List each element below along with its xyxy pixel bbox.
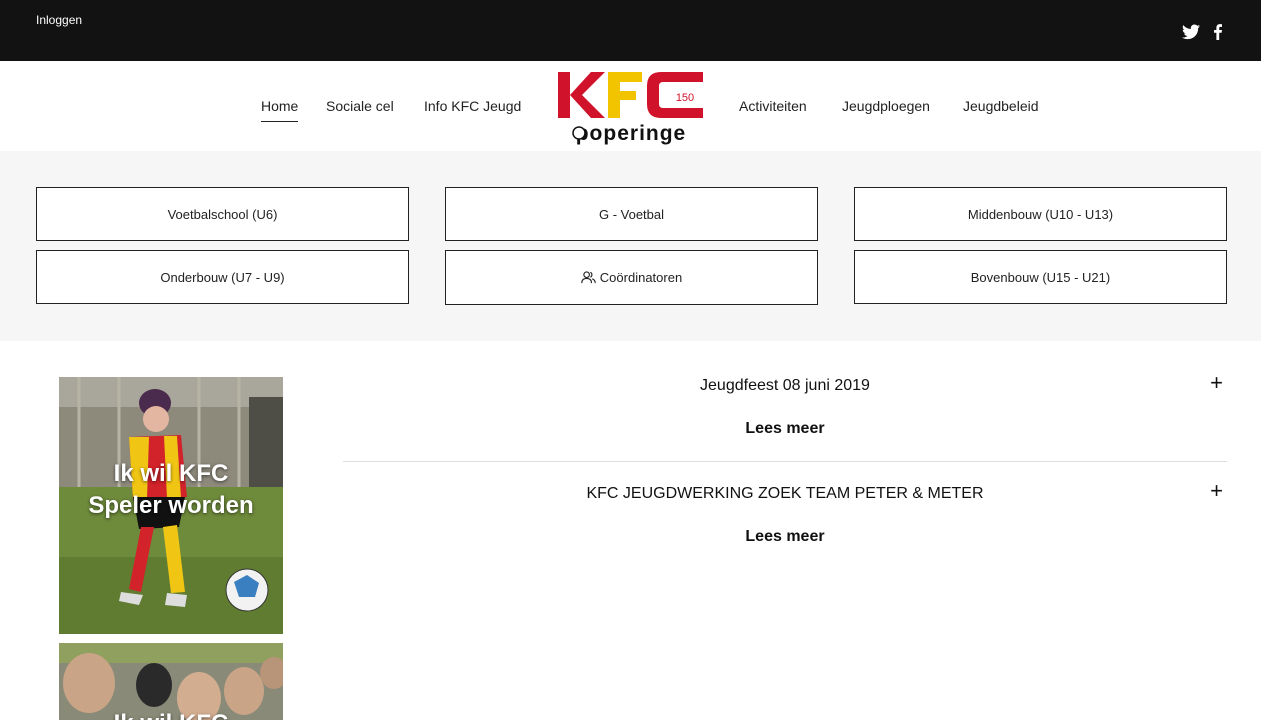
nav-activiteiten[interactable]: Activiteiten [739, 98, 807, 114]
facebook-icon[interactable] [1212, 24, 1224, 40]
logo-text: poperinge [576, 122, 687, 145]
nav-jeugdbeleid[interactable]: Jeugdbeleid [963, 98, 1039, 114]
promo-tile-player[interactable]: Ik wil KFC Speler worden [59, 377, 283, 634]
btn-bovenbouw[interactable]: Bovenbouw (U15 - U21) [854, 250, 1227, 304]
sub-navigation: Voetbalschool (U6) G - Voetbal Middenbou… [0, 151, 1261, 341]
kfc-poperinge-logo[interactable]: 150 poperinge [555, 70, 707, 146]
login-link[interactable]: Inloggen [36, 13, 82, 27]
nav-home[interactable]: Home [261, 98, 299, 122]
promo-tile-text: Ik wil KFC Speler worden [88, 460, 254, 519]
nav-sociale-cel[interactable]: Sociale cel [326, 98, 394, 114]
read-more-link[interactable]: Lees meer [343, 420, 1227, 438]
main-navigation: Home Sociale cel Info KFC Jeugd 150 pope… [0, 61, 1261, 151]
expand-icon[interactable]: + [1210, 478, 1223, 504]
btn-coordinatoren[interactable]: Coördinatoren [445, 250, 818, 305]
btn-voetbalschool[interactable]: Voetbalschool (U6) [36, 187, 409, 241]
btn-onderbouw[interactable]: Onderbouw (U7 - U9) [36, 250, 409, 304]
promo-tile-second[interactable]: Ik wil KFC [59, 643, 283, 720]
article-item: KFC JEUGDWERKING ZOEK TEAM PETER & METER… [343, 478, 1227, 555]
top-bar: Inloggen [0, 0, 1261, 61]
btn-g-voetbal[interactable]: G - Voetbal [445, 187, 818, 241]
users-icon [581, 271, 596, 284]
nav-info-kfc-jeugd[interactable]: Info KFC Jeugd [424, 98, 521, 114]
article-title[interactable]: KFC JEUGDWERKING ZOEK TEAM PETER & METER [343, 485, 1227, 503]
article-title[interactable]: Jeugdfeest 08 juni 2019 [343, 377, 1227, 395]
nav-jeugdploegen[interactable]: Jeugdploegen [842, 98, 930, 114]
expand-icon[interactable]: + [1210, 370, 1223, 396]
twitter-icon[interactable] [1182, 24, 1200, 40]
logo-badge: 150 [676, 92, 694, 104]
promo-tile-text: Ik wil KFC [59, 708, 283, 720]
article-item: Jeugdfeest 08 juni 2019 + Lees meer [343, 370, 1227, 462]
read-more-link[interactable]: Lees meer [343, 528, 1227, 546]
btn-middenbouw[interactable]: Middenbouw (U10 - U13) [854, 187, 1227, 241]
